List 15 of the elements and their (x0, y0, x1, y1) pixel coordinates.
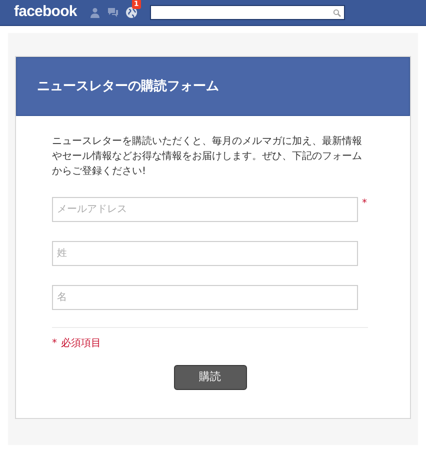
required-mark: * (362, 197, 367, 211)
intro-text: ニュースレターを購読いただくと、毎月のメルマガに加え、最新情報やセール情報などお得な情報をお届けします。ぜひ、下記のフォームからご登録ください! (52, 134, 363, 179)
globe-icon[interactable] (124, 6, 138, 19)
logo[interactable]: facebook (14, 1, 77, 24)
required-mark: * (52, 337, 57, 351)
friends-icon[interactable] (88, 7, 101, 18)
search-field[interactable] (150, 5, 345, 20)
text-field[interactable]: 姓 (52, 241, 358, 266)
text-field[interactable]: 名 (52, 285, 358, 310)
required-note: 必須項目 (61, 336, 101, 351)
search-icon (332, 8, 341, 16)
messages-icon[interactable] (106, 7, 119, 18)
form-title: ニュースレターの購読フォーム (37, 78, 219, 96)
text-field[interactable]: メールアドレス (52, 197, 358, 222)
subscribe-button[interactable]: 購読 (174, 365, 246, 390)
